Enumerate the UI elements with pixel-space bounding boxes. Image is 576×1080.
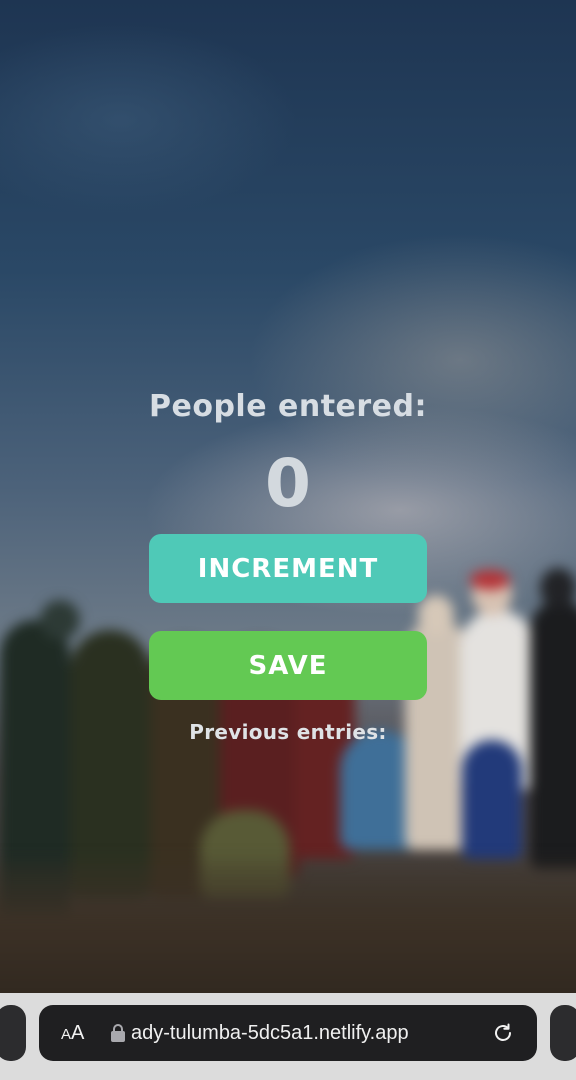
previous-tab[interactable]: [0, 1005, 26, 1061]
increment-button[interactable]: INCREMENT: [149, 534, 427, 603]
previous-entries-label: Previous entries:: [189, 720, 387, 744]
reload-icon[interactable]: [491, 1021, 515, 1045]
lock-icon: [111, 1024, 125, 1042]
browser-toolbar: A A ady-tulumba-5dc5a1.netlify.app: [0, 993, 576, 1080]
people-count: 0: [265, 445, 311, 522]
next-tab[interactable]: [550, 1005, 576, 1061]
text-size-small: A: [61, 1025, 72, 1043]
text-size-icon[interactable]: A A: [61, 1022, 97, 1045]
counter-app: People entered: 0 INCREMENT SAVE Previou…: [0, 385, 576, 746]
url-text[interactable]: ady-tulumba-5dc5a1.netlify.app: [131, 1022, 479, 1045]
counter-title: People entered:: [149, 389, 427, 424]
address-bar[interactable]: A A ady-tulumba-5dc5a1.netlify.app: [39, 1005, 537, 1061]
save-button[interactable]: SAVE: [149, 631, 427, 700]
text-size-big: A: [71, 1021, 85, 1044]
screen: People entered: 0 INCREMENT SAVE Previou…: [0, 0, 576, 1080]
